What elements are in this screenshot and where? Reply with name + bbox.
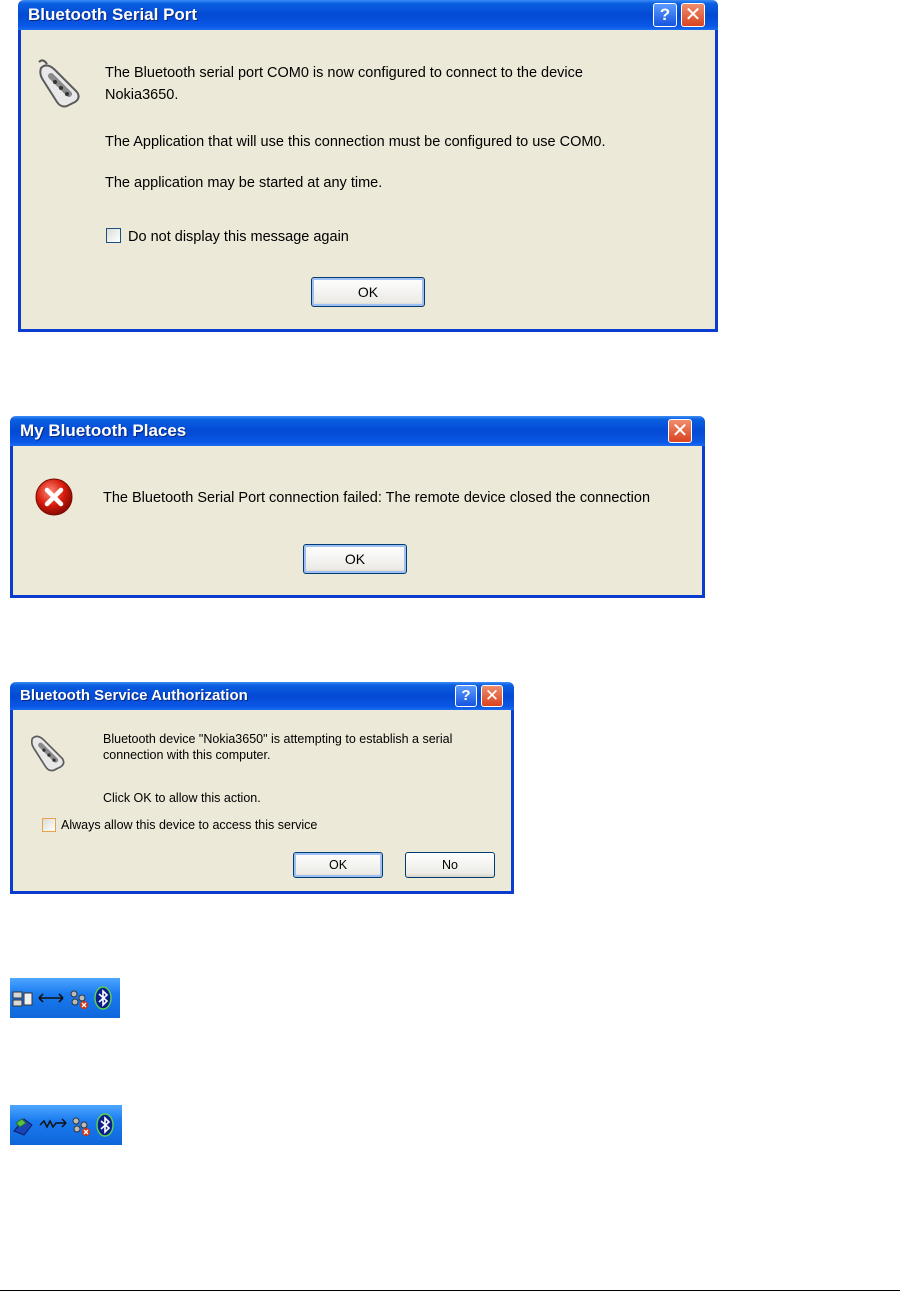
system-tray-2: [10, 1105, 122, 1145]
security-warning-icon[interactable]: [68, 988, 90, 1010]
message-line-1: Bluetooth device "Nokia3650" is attempti…: [103, 732, 453, 746]
message-line-2: Nokia3650.: [105, 87, 179, 103]
help-button[interactable]: ?: [455, 685, 477, 707]
message-line-3: The Application that will use this conne…: [105, 134, 606, 150]
connected-device-icon[interactable]: [12, 1115, 36, 1137]
help-button[interactable]: ?: [653, 3, 677, 27]
dialog-title: My Bluetooth Places: [10, 416, 705, 446]
serial-port-icon: [30, 735, 65, 772]
ok-button[interactable]: OK: [303, 544, 407, 574]
active-connection-icon[interactable]: [38, 1117, 68, 1131]
bluetooth-serial-port-dialog: Bluetooth Serial Port ? ✕ The Bluetooth …: [18, 0, 718, 332]
dialog-title: Bluetooth Service Authorization: [10, 682, 514, 710]
ok-button[interactable]: OK: [293, 852, 383, 878]
message-line-3: Click OK to allow this action.: [103, 791, 261, 805]
do-not-display-checkbox[interactable]: [106, 228, 121, 243]
dialog-title: Bluetooth Serial Port: [18, 0, 718, 30]
close-button[interactable]: ✕: [481, 685, 503, 707]
error-icon: [35, 478, 73, 516]
bluetooth-icon[interactable]: [96, 1113, 114, 1137]
bluetooth-places-error-dialog: My Bluetooth Places ✕ The Bluetooth Seri…: [10, 416, 705, 598]
no-button[interactable]: No: [405, 852, 495, 878]
checkbox-label[interactable]: Do not display this message again: [128, 228, 349, 246]
close-button[interactable]: ✕: [681, 3, 705, 27]
ok-button[interactable]: OK: [311, 277, 425, 307]
always-allow-checkbox[interactable]: [42, 818, 56, 832]
serial-arrow-icon[interactable]: [36, 992, 66, 1004]
system-tray-1: [10, 978, 120, 1018]
message-line-2: connection with this computer.: [103, 748, 271, 762]
close-button[interactable]: ✕: [668, 419, 692, 443]
bluetooth-service-authorization-dialog: Bluetooth Service Authorization ? ✕ Blue…: [10, 682, 514, 894]
bluetooth-icon[interactable]: [94, 986, 112, 1010]
error-message: The Bluetooth Serial Port connection fai…: [103, 490, 651, 506]
page-divider: [0, 1290, 900, 1291]
message-line-4: The application may be started at any ti…: [105, 175, 383, 191]
network-connection-icon[interactable]: [12, 990, 34, 1008]
message-line-1: The Bluetooth serial port COM0 is now co…: [105, 65, 583, 81]
checkbox-label[interactable]: Always allow this device to access this …: [61, 818, 317, 833]
security-warning-icon[interactable]: [70, 1115, 92, 1137]
serial-port-icon: [38, 59, 80, 108]
